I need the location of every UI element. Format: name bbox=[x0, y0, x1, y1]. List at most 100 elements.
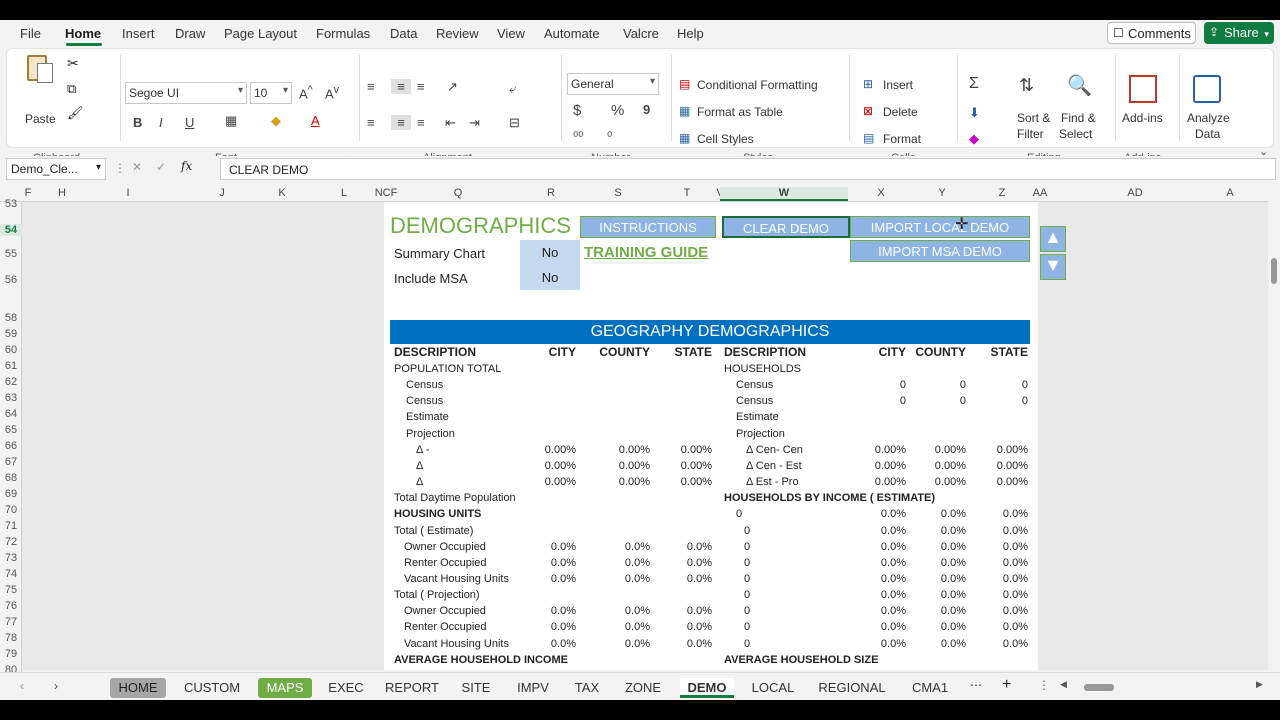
underline-icon[interactable]: U bbox=[185, 115, 194, 130]
align-top-icon[interactable]: ≡ bbox=[367, 79, 375, 94]
table-cell[interactable]: 0.0% bbox=[968, 573, 1028, 585]
table-cell[interactable]: 0.00% bbox=[846, 476, 906, 488]
format-as-table-icon[interactable]: ▦ bbox=[679, 104, 690, 118]
tab-custom[interactable]: CUSTOM bbox=[176, 678, 248, 698]
menu-insert[interactable]: Insert bbox=[122, 26, 155, 41]
row-header[interactable]: 75 bbox=[0, 584, 22, 596]
scroll-up-arrow-icon[interactable]: ▲ bbox=[1040, 226, 1066, 252]
table-cell[interactable]: 0.00% bbox=[590, 476, 650, 488]
table-cell[interactable]: 0.0% bbox=[652, 638, 712, 650]
table-cell[interactable]: 0 bbox=[968, 395, 1028, 407]
menu-automate[interactable]: Automate bbox=[544, 26, 600, 41]
tab-zone[interactable]: ZONE bbox=[616, 678, 670, 698]
table-cell[interactable]: Total ( Estimate) bbox=[394, 525, 473, 537]
column-header[interactable]: NCF bbox=[374, 187, 398, 199]
table-cell[interactable]: 0.00% bbox=[590, 444, 650, 456]
table-cell[interactable]: 0.0% bbox=[846, 638, 906, 650]
autosum-icon[interactable]: Σ bbox=[969, 75, 979, 93]
table-cell[interactable]: 0.0% bbox=[590, 605, 650, 617]
add-ins-button[interactable]: Add-ins bbox=[1122, 111, 1163, 125]
font-color-icon[interactable]: A bbox=[311, 113, 320, 128]
analyze-data-icon[interactable] bbox=[1193, 75, 1221, 103]
instructions-button[interactable]: INSTRUCTIONS bbox=[580, 216, 716, 238]
table-cell[interactable]: 0 bbox=[906, 395, 966, 407]
number-format-select[interactable]: General ▾ bbox=[567, 73, 659, 95]
table-cell[interactable]: 0.0% bbox=[968, 605, 1028, 617]
scroll-left-icon[interactable]: ◀ bbox=[1060, 679, 1067, 690]
table-cell[interactable]: 0.00% bbox=[846, 460, 906, 472]
row-header[interactable]: 59 bbox=[0, 328, 22, 340]
comments-button[interactable]: ☐ Comments bbox=[1107, 22, 1196, 44]
tab-scroll-right-icon[interactable]: › bbox=[54, 679, 58, 693]
cell-styles-button[interactable]: Cell Styles bbox=[697, 132, 754, 146]
table-cell[interactable]: AVERAGE HOUSEHOLD SIZE bbox=[724, 654, 878, 666]
table-cell[interactable]: 0.0% bbox=[906, 573, 966, 585]
font-name-select[interactable]: Segoe UI ▾ bbox=[125, 82, 247, 104]
add-sheet-icon[interactable]: + bbox=[1002, 676, 1011, 694]
scroll-down-arrow-icon[interactable]: ▼ bbox=[1040, 254, 1066, 280]
menu-review[interactable]: Review bbox=[436, 26, 479, 41]
insert-cells-button[interactable]: Insert bbox=[883, 78, 913, 92]
paste-label[interactable]: Paste bbox=[25, 112, 56, 126]
table-cell[interactable]: 0.00% bbox=[652, 460, 712, 472]
table-cell[interactable]: 0.0% bbox=[906, 508, 966, 520]
tab-tax[interactable]: TAX bbox=[566, 678, 608, 698]
decrease-indent-icon[interactable]: ⇤ bbox=[445, 115, 456, 131]
tab-report[interactable]: REPORT bbox=[380, 678, 444, 698]
borders-icon[interactable]: ▦ bbox=[225, 113, 237, 129]
table-cell[interactable]: Projection bbox=[406, 428, 455, 440]
table-cell[interactable]: 0 bbox=[744, 573, 750, 585]
training-guide-link[interactable]: TRAINING GUIDE bbox=[584, 244, 708, 261]
more-options-icon[interactable]: ⋮ bbox=[1038, 678, 1050, 692]
row-header[interactable]: 54 bbox=[0, 224, 22, 236]
table-cell[interactable]: 0.0% bbox=[846, 621, 906, 633]
table-cell[interactable]: 0.0% bbox=[906, 605, 966, 617]
table-cell[interactable]: Owner Occupied bbox=[404, 541, 486, 553]
menu-formulas[interactable]: Formulas bbox=[316, 26, 370, 41]
row-header[interactable]: 53 bbox=[0, 198, 22, 210]
row-header[interactable]: 63 bbox=[0, 392, 22, 404]
table-cell[interactable]: 0.0% bbox=[590, 541, 650, 553]
column-header[interactable]: L bbox=[332, 187, 356, 199]
column-header[interactable]: J bbox=[210, 187, 234, 199]
summary-chart-value[interactable]: No bbox=[520, 240, 580, 264]
table-cell[interactable]: 0.0% bbox=[968, 621, 1028, 633]
table-cell[interactable]: 0.0% bbox=[968, 557, 1028, 569]
row-header[interactable]: 64 bbox=[0, 408, 22, 420]
table-cell[interactable]: 0 bbox=[744, 557, 750, 569]
table-cell[interactable]: 0.00% bbox=[968, 444, 1028, 456]
clear-icon[interactable]: ◆ bbox=[969, 131, 979, 147]
decrease-font-icon[interactable]: Av bbox=[325, 84, 339, 101]
table-cell[interactable]: 0.0% bbox=[652, 605, 712, 617]
menu-valcre[interactable]: Valcre bbox=[623, 26, 659, 41]
table-cell[interactable]: Renter Occupied bbox=[404, 557, 487, 569]
include-msa-value[interactable]: No bbox=[520, 264, 580, 290]
analyze-data-label-2[interactable]: Data bbox=[1195, 127, 1220, 141]
table-cell[interactable]: 0.0% bbox=[968, 638, 1028, 650]
table-cell[interactable]: Projection bbox=[736, 428, 785, 440]
table-cell[interactable]: 0.0% bbox=[846, 605, 906, 617]
share-button[interactable]: ⇪ Share ▾ bbox=[1204, 22, 1274, 44]
scroll-right-icon[interactable]: ▶ bbox=[1256, 679, 1263, 690]
table-cell[interactable]: 0.0% bbox=[906, 638, 966, 650]
column-header[interactable]: R bbox=[539, 187, 563, 199]
table-cell[interactable]: 0.0% bbox=[846, 573, 906, 585]
decrease-decimal-icon[interactable]: ⁰ bbox=[607, 129, 612, 145]
table-cell[interactable]: 0.0% bbox=[516, 638, 576, 650]
table-cell[interactable]: 0 bbox=[736, 508, 742, 520]
fill-icon[interactable]: ⬇ bbox=[969, 105, 980, 121]
find-select-icon[interactable]: 🔍 bbox=[1067, 73, 1092, 98]
sort-filter-label-1[interactable]: Sort & bbox=[1017, 111, 1050, 125]
vertical-scroll-thumb[interactable] bbox=[1271, 258, 1277, 284]
horizontal-scrollbar[interactable]: ◀ ▶ bbox=[1060, 679, 1266, 694]
conditional-formatting-icon[interactable]: ▤ bbox=[679, 77, 690, 91]
clear-demo-button[interactable]: CLEAR DEMO bbox=[722, 216, 850, 238]
row-header[interactable]: 65 bbox=[0, 424, 22, 436]
table-cell[interactable]: 0.00% bbox=[516, 460, 576, 472]
column-header[interactable]: T bbox=[675, 187, 699, 199]
merge-center-icon[interactable]: ⊟ bbox=[509, 115, 520, 131]
find-select-label-1[interactable]: Find & bbox=[1061, 111, 1096, 125]
row-header[interactable]: 78 bbox=[0, 632, 22, 644]
column-header[interactable]: K bbox=[270, 187, 294, 199]
column-header[interactable]: Z bbox=[990, 187, 1014, 199]
